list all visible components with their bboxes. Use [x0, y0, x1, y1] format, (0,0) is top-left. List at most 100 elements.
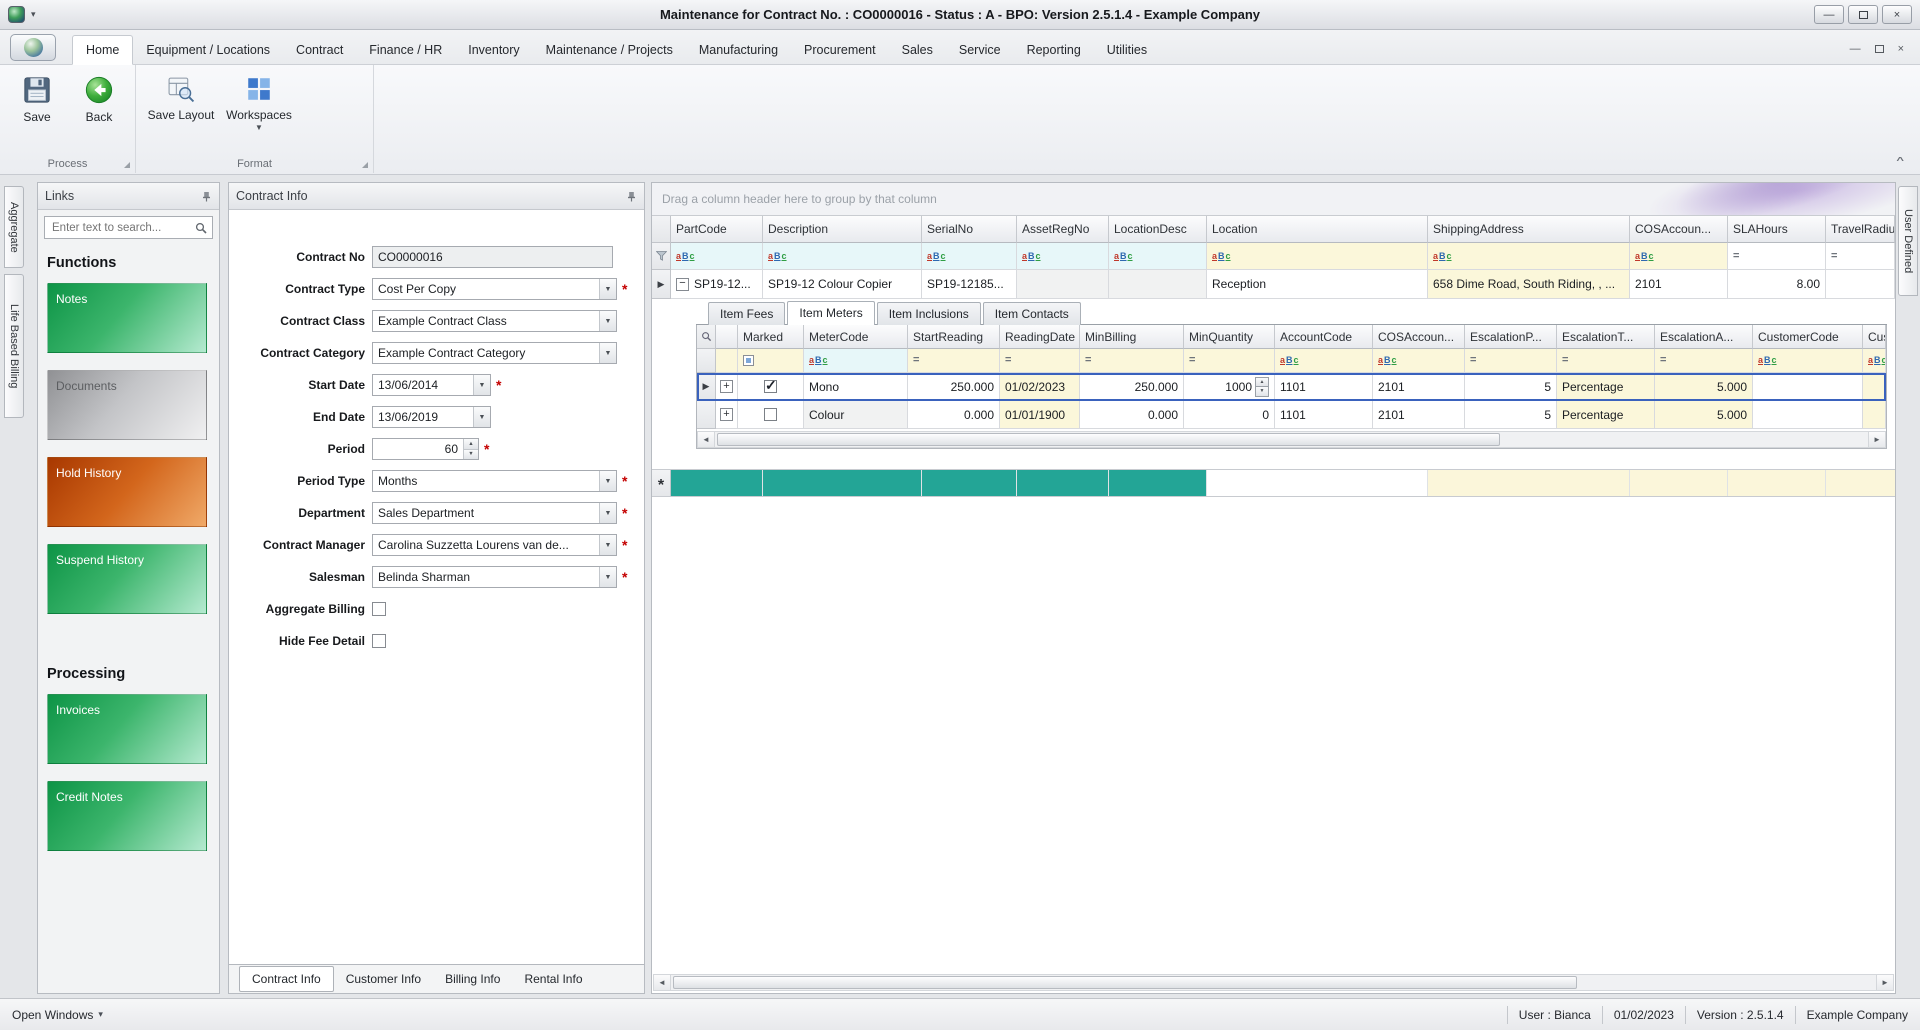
notes-button[interactable]: Notes: [47, 283, 207, 353]
period-type-select[interactable]: Months ▼: [372, 470, 617, 492]
cell-escalationp[interactable]: 5: [1465, 401, 1557, 429]
filter-cell-minquantity[interactable]: =: [1184, 349, 1275, 373]
ribbon-collapse-icon[interactable]: ^: [1896, 155, 1904, 166]
pin-icon[interactable]: [201, 191, 212, 202]
collapse-detail-icon[interactable]: [676, 277, 689, 291]
cell-cosaccount[interactable]: 2101: [1630, 270, 1728, 299]
tab-billing-info[interactable]: Billing Info: [433, 967, 512, 991]
quick-access-caret-icon[interactable]: ▾: [31, 9, 36, 20]
column-header-customercode[interactable]: CustomerCode: [1753, 325, 1863, 349]
salesman-select[interactable]: Belinda Sharman ▼: [372, 566, 617, 588]
cell-escalationp[interactable]: 5: [1465, 373, 1557, 401]
filter-cell-escalationa[interactable]: =: [1655, 349, 1753, 373]
cell-escalationt[interactable]: Percentage: [1557, 373, 1655, 401]
filter-cell-minbilling[interactable]: =: [1080, 349, 1184, 373]
cell-escalationa[interactable]: 5.000: [1655, 373, 1753, 401]
ribbon-tab-finance-hr[interactable]: Finance / HR: [356, 36, 455, 64]
chevron-down-icon[interactable]: ▼: [599, 535, 616, 555]
ribbon-tab-sales[interactable]: Sales: [889, 36, 946, 64]
new-row-cell[interactable]: [1728, 470, 1826, 496]
ribbon-tab-utilities[interactable]: Utilities: [1094, 36, 1160, 64]
side-tab-aggregate[interactable]: Aggregate: [4, 186, 24, 268]
cell-serialno[interactable]: SP19-12185...: [922, 270, 1017, 299]
new-row-cell[interactable]: [1630, 470, 1728, 496]
contract-class-select[interactable]: Example Contract Class ▼: [372, 310, 617, 332]
cell-accountcode[interactable]: 1101: [1275, 401, 1373, 429]
cell-readingdate[interactable]: 01/02/2023: [1000, 373, 1080, 401]
ribbon-tab-manufacturing[interactable]: Manufacturing: [686, 36, 791, 64]
new-row-cell[interactable]: [1826, 470, 1895, 496]
cell-location[interactable]: Reception: [1207, 270, 1428, 299]
chevron-down-icon[interactable]: ▼: [473, 375, 490, 395]
column-header-marked[interactable]: Marked: [738, 325, 804, 349]
cell-minquantity[interactable]: 0: [1184, 401, 1275, 429]
grid-new-item-row[interactable]: [652, 469, 1895, 497]
links-search-box[interactable]: [44, 216, 213, 239]
aggregate-billing-checkbox[interactable]: [372, 602, 386, 616]
filter-cell-slahours[interactable]: =: [1728, 243, 1826, 270]
column-header-metercode[interactable]: MeterCode: [804, 325, 908, 349]
mdi-minimize-button[interactable]: —: [1850, 43, 1861, 55]
mdi-maximize-button[interactable]: [1874, 45, 1884, 53]
filter-cell-assetregno[interactable]: aBc: [1017, 243, 1109, 270]
cell-readingdate[interactable]: 01/01/1900: [1000, 401, 1080, 429]
filter-cell-marked[interactable]: [738, 349, 804, 373]
tab-item-meters[interactable]: Item Meters: [787, 301, 875, 325]
cell-escalationa[interactable]: 5.000: [1655, 401, 1753, 429]
cell-customercode[interactable]: [1753, 401, 1863, 429]
chevron-down-icon[interactable]: ▼: [473, 407, 490, 427]
cell-marked[interactable]: [738, 373, 804, 401]
ribbon-tab-procurement[interactable]: Procurement: [791, 36, 889, 64]
column-header-locationdesc[interactable]: LocationDesc: [1109, 216, 1207, 243]
chevron-down-icon[interactable]: ▼: [599, 471, 616, 491]
tab-item-inclusions[interactable]: Item Inclusions: [876, 302, 981, 325]
tab-rental-info[interactable]: Rental Info: [512, 967, 594, 991]
cell-assetregno[interactable]: [1017, 270, 1109, 299]
minimize-button[interactable]: —: [1814, 5, 1844, 24]
filter-cell-customercode[interactable]: aBc: [1753, 349, 1863, 373]
ribbon-tab-maintenance-projects[interactable]: Maintenance / Projects: [533, 36, 686, 64]
cell-slahours[interactable]: 8.00: [1728, 270, 1826, 299]
chevron-down-icon[interactable]: ▼: [599, 503, 616, 523]
meter-row-colour[interactable]: Colour 0.000 01/01/1900 0.000 0 1101 210…: [697, 401, 1886, 429]
expand-row-cell[interactable]: [716, 401, 738, 429]
side-tab-life-based-billing[interactable]: Life Based Billing: [4, 274, 24, 418]
marked-checkbox[interactable]: [764, 377, 777, 394]
grid-data-row[interactable]: ▶ SP19-12... SP19-12 Colour Copier SP19-…: [652, 270, 1895, 299]
cell-metercode[interactable]: Colour: [804, 401, 908, 429]
scroll-left-icon[interactable]: ◄: [698, 432, 715, 447]
cell-travelradius[interactable]: [1826, 270, 1895, 299]
expand-row-icon[interactable]: [720, 408, 733, 421]
new-row-cell[interactable]: [922, 470, 1017, 496]
contract-manager-select[interactable]: Carolina Suzzetta Lourens van de... ▼: [372, 534, 617, 556]
end-date-picker[interactable]: 13/06/2019 ▼: [372, 406, 491, 428]
mdi-close-button[interactable]: ×: [1898, 43, 1904, 55]
column-header-location[interactable]: Location: [1207, 216, 1428, 243]
cell-description[interactable]: SP19-12 Colour Copier: [763, 270, 922, 299]
search-input[interactable]: [50, 220, 195, 235]
column-header-description[interactable]: Description: [763, 216, 922, 243]
contract-no-input[interactable]: CO0000016: [372, 246, 613, 268]
cell-cus[interactable]: [1863, 401, 1886, 429]
spin-buttons-icon[interactable]: ▲ ▼: [463, 439, 478, 459]
filter-cell-escalationp[interactable]: =: [1465, 349, 1557, 373]
ribbon-tab-inventory[interactable]: Inventory: [455, 36, 532, 64]
group-by-panel[interactable]: Drag a column header here to group by th…: [652, 183, 1895, 216]
filter-cell-startreading[interactable]: =: [908, 349, 1000, 373]
cell-minquantity-editor[interactable]: 1000 ▲ ▼: [1184, 373, 1275, 401]
contract-type-select[interactable]: Cost Per Copy ▼: [372, 278, 617, 300]
cell-escalationt[interactable]: Percentage: [1557, 401, 1655, 429]
column-header-readingdate[interactable]: ReadingDate: [1000, 325, 1080, 349]
column-header-travelradius[interactable]: TravelRadiu...: [1826, 216, 1895, 243]
start-date-picker[interactable]: 13/06/2014 ▼: [372, 374, 491, 396]
scroll-thumb[interactable]: [673, 976, 1578, 989]
save-button[interactable]: Save: [6, 69, 68, 124]
scroll-thumb[interactable]: [717, 433, 1501, 446]
close-button[interactable]: ×: [1882, 5, 1912, 24]
filter-cell-cosaccount[interactable]: aBc: [1630, 243, 1728, 270]
cell-minbilling[interactable]: 0.000: [1080, 401, 1184, 429]
cell-cosaccount[interactable]: 2101: [1373, 373, 1465, 401]
tab-item-contacts[interactable]: Item Contacts: [982, 302, 1081, 325]
cell-locationdesc[interactable]: [1109, 270, 1207, 299]
new-row-cell[interactable]: [1109, 470, 1207, 496]
